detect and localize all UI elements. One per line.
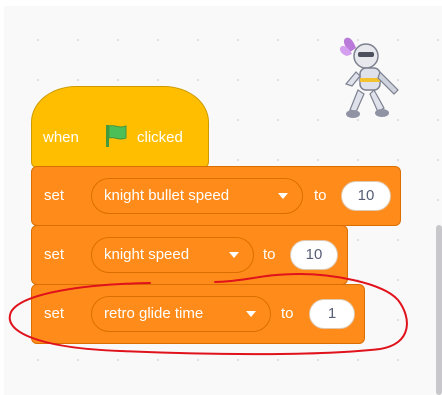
workspace-scrollbar[interactable] <box>436 225 442 395</box>
value-input[interactable]: 10 <box>290 240 338 270</box>
value-text: 10 <box>305 246 323 263</box>
when-label: when <box>43 129 79 146</box>
value-text: 10 <box>357 187 375 204</box>
variable-name: retro glide time <box>104 305 204 322</box>
workspace-left-edge <box>0 0 4 395</box>
green-flag-icon <box>106 125 127 147</box>
workspace-top-edge <box>0 0 442 6</box>
variable-name: knight bullet speed <box>104 187 230 204</box>
value-input[interactable]: 10 <box>341 181 391 211</box>
value-input[interactable]: 1 <box>309 299 355 329</box>
clicked-label: clicked <box>137 129 183 146</box>
variable-dropdown[interactable]: knight bullet speed <box>91 178 303 214</box>
set-keyword: set <box>44 187 65 204</box>
value-text: 1 <box>327 305 337 322</box>
chevron-down-icon <box>246 311 256 317</box>
set-keyword: set <box>44 246 65 263</box>
to-label: to <box>281 305 294 322</box>
set-keyword: set <box>44 305 65 322</box>
variable-dropdown[interactable]: retro glide time <box>91 296 271 332</box>
variable-dropdown[interactable]: knight speed <box>91 237 254 273</box>
variable-name: knight speed <box>104 246 190 263</box>
knight-sprite-icon <box>339 37 399 118</box>
to-label: to <box>263 246 276 263</box>
chevron-down-icon <box>229 252 239 258</box>
chevron-down-icon <box>278 193 288 199</box>
to-label: to <box>314 187 327 204</box>
